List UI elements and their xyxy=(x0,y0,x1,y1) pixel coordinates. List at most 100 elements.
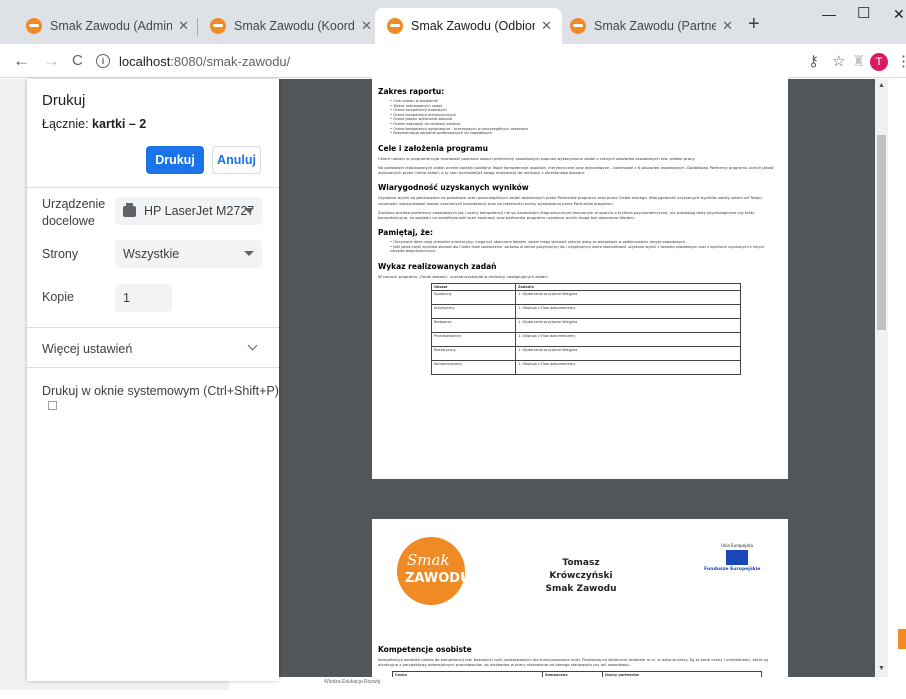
page-content: Zakres raportu: Cele udziału w programie… xyxy=(0,75,906,699)
menu-icon[interactable]: ⋮ xyxy=(896,52,906,70)
star-icon[interactable]: ☆ xyxy=(832,52,845,70)
table-cell: 1. Wydarzenie przyjazne Wiejgina xyxy=(515,290,741,306)
reliability-text: Uzyskane wyniki są generowane na podstaw… xyxy=(378,195,762,206)
window-close-icon[interactable]: ✕ xyxy=(893,6,905,23)
close-icon[interactable]: ✕ xyxy=(178,18,189,34)
pages-select[interactable]: Wszystkie xyxy=(115,240,262,268)
smak-favicon-icon xyxy=(26,18,42,34)
url-path: :8080/smak-zawodu/ xyxy=(170,53,291,69)
tab-koordynator[interactable]: Smak Zawodu (Koordynator) ✕ xyxy=(198,8,382,44)
tasks-intro: W ramach programu „Smak zawodu” uczestni… xyxy=(378,273,549,279)
preview-page-1: Zakres raportu: Cele udziału w programie… xyxy=(372,75,788,479)
copies-label: Kopie xyxy=(42,290,74,304)
system-dialog-link[interactable]: Drukuj w oknie systemowym (Ctrl+Shift+P) xyxy=(42,384,279,412)
preview-page-2: Smak ZAWODU Tomasz Krówczyński Smak Zawo… xyxy=(372,519,788,699)
report-scope-list: Cele udziału w programie Wykaz realizowa… xyxy=(378,99,780,136)
cancel-button[interactable]: Anuluj xyxy=(212,146,261,174)
minimize-icon[interactable]: — xyxy=(822,6,836,22)
table-cell: Artystyczny xyxy=(431,304,516,320)
eu-label: Unia Europejska xyxy=(720,543,754,548)
page-edge xyxy=(888,79,906,690)
scroll-down-icon[interactable]: ▼ xyxy=(878,665,885,672)
goals-text: Celem udziału w programie była możliwość… xyxy=(378,155,696,161)
new-tab-button[interactable]: + xyxy=(748,14,760,34)
tasks-table: Obszar Zadania Społeczny 1. Wydarzenie pr… xyxy=(431,283,741,376)
print-dialog: Drukuj Łącznie: kartki – 2 Drukuj Anuluj… xyxy=(27,79,279,681)
url-host: localhost xyxy=(119,53,171,69)
smak-favicon-icon xyxy=(387,18,403,34)
divider xyxy=(27,367,279,368)
tab-title: Smak Zawodu (Koordynator) xyxy=(234,19,355,33)
remember-list: Otrzymane dane mają charakter orientacyj… xyxy=(378,240,780,254)
back-icon[interactable]: ← xyxy=(13,51,30,71)
logo-text: ZAWODU xyxy=(405,571,471,586)
table-row: Przedsiębiorczy 1. Obsługa z Flow dokumen… xyxy=(431,332,741,348)
program-name: Smak Zawodu xyxy=(545,584,617,594)
tab-strip: Smak Zawodu (Administrator) ✕ Smak Zawod… xyxy=(0,0,906,44)
address-bar[interactable]: i localhost:8080/smak-zawodu/ xyxy=(96,49,796,73)
tab-title: Smak Zawodu (Administrator) xyxy=(50,19,173,33)
reliability-heading: Wiarygodność uzyskanych wyników xyxy=(378,183,529,193)
tab-title: Smak Zawodu (Odbiorca) xyxy=(411,19,536,33)
avatar[interactable]: T xyxy=(870,53,888,71)
tab-odbiorca[interactable]: Smak Zawodu (Odbiorca) ✕ xyxy=(375,8,562,44)
smak-zawodu-logo: Smak ZAWODU xyxy=(397,537,471,605)
pages-value: Wszystkie xyxy=(123,247,180,261)
remember-heading: Pamiętaj, że: xyxy=(378,228,433,238)
reliability-text: Zarówno ankieta preferencji zawodowych j… xyxy=(378,209,755,220)
tasks-heading: Wykaz realizowanych zadań xyxy=(378,261,497,271)
table-row: Konwencjonalny 1. Obsługa z Flow dokument… xyxy=(431,360,741,376)
close-icon[interactable]: ✕ xyxy=(722,18,733,34)
table-row: Artystyczny 1. Obsługa z Flow dokumentamy xyxy=(431,304,741,320)
goals-text: Na podstawie realizowanych zadań ocenie … xyxy=(378,164,775,176)
eu-badge: Unia Europejska xyxy=(707,543,767,567)
table-cell: 1. Wydarzenie przyjazne Wiejgina xyxy=(515,346,741,362)
extension-icon[interactable]: ♜ xyxy=(852,52,865,70)
external-link-icon xyxy=(48,401,57,410)
table-cell: Społeczny xyxy=(431,290,516,306)
key-icon[interactable]: ⚷ xyxy=(808,52,819,70)
maximize-icon[interactable]: ☐ xyxy=(857,4,870,22)
personal-heading: Kompetencje osobiste xyxy=(378,645,472,654)
close-icon[interactable]: ✕ xyxy=(361,18,372,34)
destination-select[interactable]: HP LaserJet M2727 xyxy=(115,197,262,225)
table-row: Realistyczny 1. Wydarzenie przyjazne Wiej… xyxy=(431,346,741,362)
more-settings-toggle[interactable]: Więcej ustawień xyxy=(42,342,132,356)
tab-title: Smak Zawodu (Partner) xyxy=(594,19,717,33)
printer-icon xyxy=(123,202,136,217)
smak-favicon-icon xyxy=(210,18,226,34)
person-block: Tomasz Krówczyński Smak Zawodu xyxy=(538,557,624,596)
dialog-title: Drukuj xyxy=(42,92,86,109)
page-footer: Wiedza Edukacja Rozwój xyxy=(229,677,889,690)
tab-partner[interactable]: Smak Zawodu (Partner) ✕ xyxy=(558,8,743,44)
print-preview[interactable]: Zakres raportu: Cele udziału w programie… xyxy=(279,75,888,699)
info-icon[interactable]: i xyxy=(96,54,110,68)
destination-value: HP LaserJet M2727 xyxy=(144,204,255,218)
system-dialog-label: Drukuj w oknie systemowym (Ctrl+Shift+P) xyxy=(42,384,279,398)
chevron-down-icon xyxy=(244,208,254,213)
list-item: Jeśli jakaś część wyników stanowi dla Ci… xyxy=(390,245,780,254)
table-row: Badawczy 1. Wydarzenie przyjazne Wiejgina xyxy=(431,318,741,334)
forward-icon[interactable]: → xyxy=(43,51,60,71)
table-cell: 1. Obsługa z Flow dokumentamy xyxy=(515,360,741,376)
table-cell: Badawczy xyxy=(431,318,516,334)
copies-input[interactable]: 1 xyxy=(115,284,172,312)
table-header: Zadania xyxy=(515,283,741,292)
close-icon[interactable]: ✕ xyxy=(541,18,552,34)
print-button[interactable]: Drukuj xyxy=(146,146,204,174)
scrollbar-thumb[interactable] xyxy=(877,135,886,330)
reload-icon[interactable]: C xyxy=(72,52,83,69)
table-row: Społeczny 1. Wydarzenie przyjazne Wiejgin… xyxy=(431,290,741,306)
pages-label: Strony xyxy=(42,247,79,261)
chevron-down-icon[interactable] xyxy=(247,340,258,351)
table-cell: Realistyczny xyxy=(431,346,516,362)
table-cell: 1. Obsługa z Flow dokumentamy xyxy=(515,332,741,348)
page-accent xyxy=(898,629,906,649)
tab-administrator[interactable]: Smak Zawodu (Administrator) ✕ xyxy=(14,8,199,44)
total-value: kartki – 2 xyxy=(92,117,147,131)
total-label: Łącznie: xyxy=(42,117,89,131)
footer-text: Wiedza Edukacja Rozwój xyxy=(324,679,381,685)
funds-label: Fundusze Europejskie xyxy=(704,567,761,572)
scroll-up-icon[interactable]: ▲ xyxy=(878,82,885,89)
person-name: Tomasz Krówczyński xyxy=(549,558,613,581)
